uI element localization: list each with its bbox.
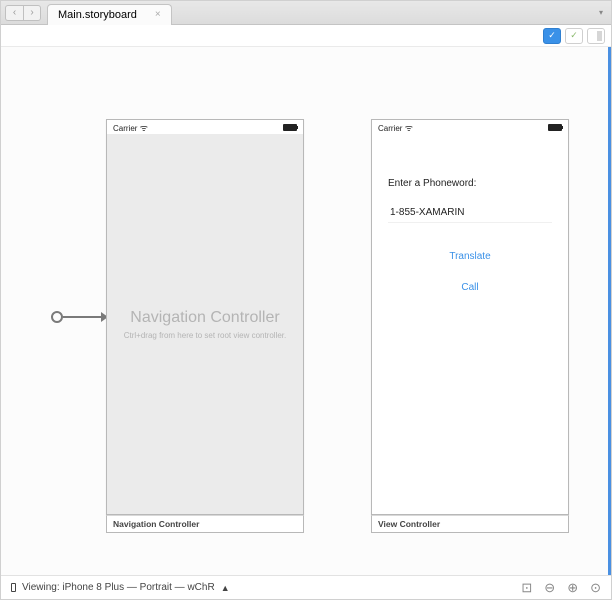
navigation-controller-title: Navigation Controller bbox=[130, 309, 279, 327]
device-frame: Carrier ᯤ Enter a Phoneword: 1-855-XAMAR… bbox=[371, 119, 569, 515]
entry-dot-icon bbox=[51, 311, 63, 323]
phoneword-prompt-label: Enter a Phoneword: bbox=[388, 178, 552, 189]
chevron-down-icon[interactable]: ▾ bbox=[595, 8, 607, 17]
zoom-out-button[interactable]: ⊖ bbox=[544, 580, 555, 596]
frames-mode-button[interactable]: ✓ bbox=[565, 28, 583, 44]
nav-buttons: ‹ › bbox=[5, 5, 41, 21]
status-bar: Carrier ᯤ bbox=[107, 120, 303, 134]
wifi-icon: ᯤ bbox=[140, 123, 148, 133]
viewing-label[interactable]: Viewing: iPhone 8 Plus — Portrait — wChR bbox=[22, 582, 215, 593]
view-controller-body: Enter a Phoneword: 1-855-XAMARIN Transla… bbox=[372, 134, 568, 514]
close-icon[interactable]: × bbox=[155, 9, 161, 20]
phone-icon bbox=[11, 583, 16, 592]
entry-point-arrow[interactable] bbox=[51, 311, 108, 323]
entry-line bbox=[63, 316, 101, 318]
view-controller-scene[interactable]: Carrier ᯤ Enter a Phoneword: 1-855-XAMAR… bbox=[371, 119, 569, 533]
carrier-label: Carrier ᯤ bbox=[113, 121, 148, 134]
zoom-actual-button[interactable]: ⊕ bbox=[567, 580, 578, 596]
toolbar: ✓ ✓ bbox=[1, 25, 611, 47]
battery-icon bbox=[548, 124, 562, 131]
zoom-controls: ⊡ ⊖ ⊕ ⊙ bbox=[521, 580, 601, 596]
tab-title: Main.storyboard bbox=[58, 9, 137, 21]
toggle-pane-button[interactable] bbox=[587, 28, 605, 44]
wifi-icon: ᯤ bbox=[405, 123, 413, 133]
call-button[interactable]: Call bbox=[388, 282, 552, 293]
forward-button[interactable]: › bbox=[23, 5, 41, 21]
navigation-controller-hint: Ctrl+drag from here to set root view con… bbox=[124, 331, 287, 340]
zoom-in-button[interactable]: ⊙ bbox=[590, 580, 601, 596]
constraints-mode-button[interactable]: ✓ bbox=[543, 28, 561, 44]
translate-button[interactable]: Translate bbox=[388, 251, 552, 262]
phoneword-textfield[interactable]: 1-855-XAMARIN bbox=[388, 203, 552, 223]
navigation-controller-body: Navigation Controller Ctrl+drag from her… bbox=[107, 134, 303, 514]
back-button[interactable]: ‹ bbox=[5, 5, 23, 21]
carrier-label: Carrier ᯤ bbox=[378, 121, 413, 134]
storyboard-canvas[interactable]: Carrier ᯤ Navigation Controller Ctrl+dra… bbox=[1, 47, 611, 575]
scene-label[interactable]: Navigation Controller bbox=[106, 515, 304, 533]
scene-label[interactable]: View Controller bbox=[371, 515, 569, 533]
status-bar: Carrier ᯤ bbox=[372, 120, 568, 134]
battery-icon bbox=[283, 124, 297, 131]
bottom-status-bar: Viewing: iPhone 8 Plus — Portrait — wChR… bbox=[1, 575, 611, 599]
title-bar: ‹ › Main.storyboard × ▾ bbox=[1, 1, 611, 25]
navigation-controller-scene[interactable]: Carrier ᯤ Navigation Controller Ctrl+dra… bbox=[106, 119, 304, 533]
device-frame: Carrier ᯤ Navigation Controller Ctrl+dra… bbox=[106, 119, 304, 515]
zoom-fit-button[interactable]: ⊡ bbox=[521, 580, 532, 596]
document-tab[interactable]: Main.storyboard × bbox=[47, 4, 172, 25]
warning-icon[interactable]: ▲ bbox=[221, 583, 230, 593]
selection-edge bbox=[608, 47, 611, 575]
